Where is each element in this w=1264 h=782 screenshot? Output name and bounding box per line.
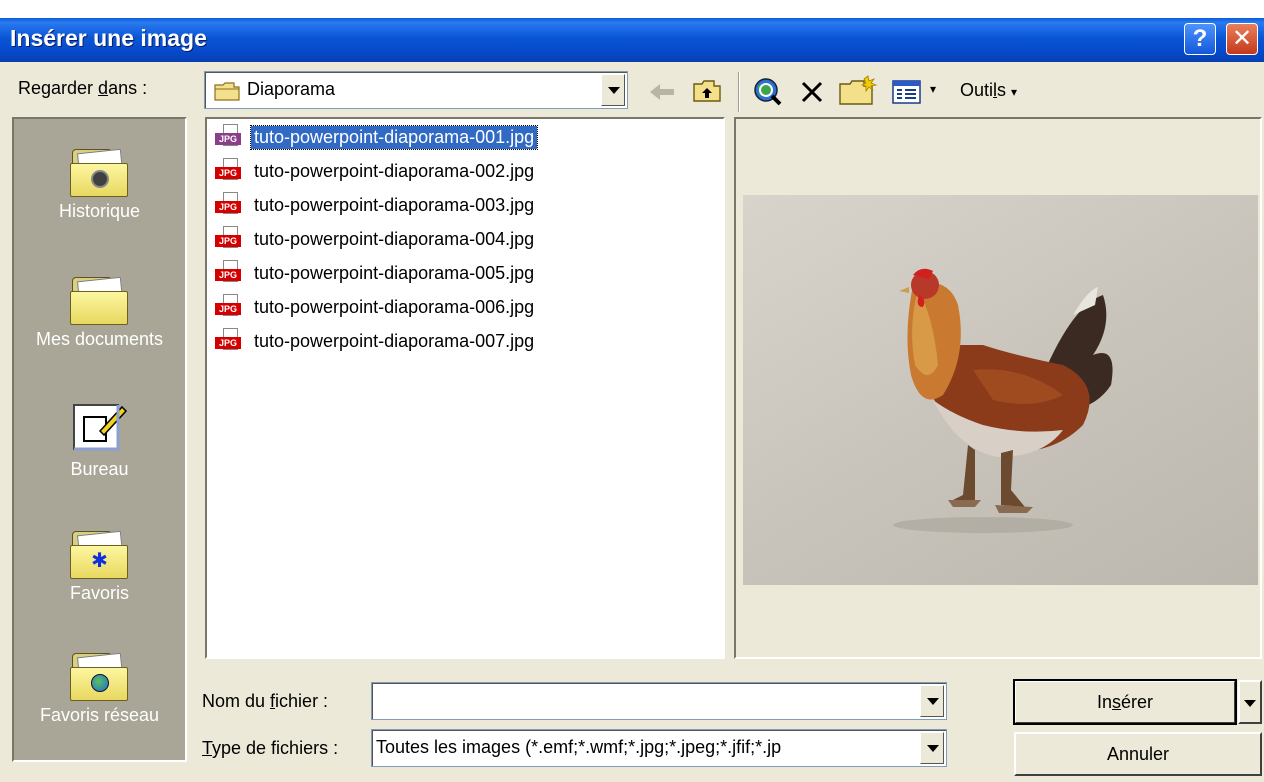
file-item[interactable]: JPG tuto-powerpoint-diaporama-004.jpg: [215, 225, 537, 258]
file-name: tuto-powerpoint-diaporama-003.jpg: [254, 195, 535, 215]
filetype-dropdown-arrow[interactable]: [920, 732, 944, 764]
jpg-file-icon: JPG: [215, 191, 245, 216]
new-folder-icon[interactable]: [838, 74, 878, 106]
file-list[interactable]: JPG tuto-powerpoint-diaporama-001.jpg JPG…: [205, 117, 725, 659]
jpg-file-icon: JPG: [215, 157, 245, 182]
lookin-dropdown-arrow[interactable]: [601, 74, 625, 106]
place-bureau[interactable]: Bureau: [14, 401, 185, 480]
filename-label-part2: ichier :: [275, 691, 329, 711]
file-item[interactable]: JPG tuto-powerpoint-diaporama-002.jpg: [215, 157, 537, 190]
insert-button[interactable]: Insérer: [1013, 679, 1237, 725]
insert-label-part2: érer: [1121, 692, 1154, 712]
place-mes-documents[interactable]: Mes documents: [14, 275, 185, 350]
lookin-label-part1: Regarder: [18, 78, 99, 98]
jpg-file-icon: JPG: [215, 225, 245, 250]
my-documents-icon: [69, 275, 130, 325]
cancel-button[interactable]: Annuler: [1014, 732, 1262, 776]
place-label: Bureau: [70, 459, 129, 479]
jpg-file-icon: JPG: [215, 327, 245, 352]
filename-label: Nom du fichier :: [202, 691, 328, 712]
file-name: tuto-powerpoint-diaporama-004.jpg: [254, 229, 535, 249]
place-label: Historique: [58, 201, 141, 221]
file-item[interactable]: JPG tuto-powerpoint-diaporama-005.jpg: [215, 259, 537, 292]
views-icon[interactable]: [892, 80, 922, 106]
lookin-dropdown[interactable]: Diaporama: [204, 71, 628, 109]
top-strip: [0, 0, 1264, 18]
back-arrow-icon[interactable]: [646, 80, 678, 104]
favorites-icon: ✱: [69, 529, 130, 579]
file-item[interactable]: JPG tuto-powerpoint-diaporama-003.jpg: [215, 191, 537, 224]
file-name: tuto-powerpoint-diaporama-002.jpg: [254, 161, 535, 181]
place-historique[interactable]: Historique: [14, 147, 185, 222]
jpg-file-icon: JPG: [215, 293, 245, 318]
filetype-value: Toutes les images (*.emf;*.wmf;*.jpg;*.j…: [376, 737, 782, 757]
search-web-icon[interactable]: [750, 76, 784, 106]
filetype-label: Type de fichiers :: [202, 738, 338, 759]
file-name: tuto-powerpoint-diaporama-007.jpg: [254, 331, 535, 351]
insert-label-accel: s: [1112, 692, 1121, 712]
close-button[interactable]: ✕: [1226, 23, 1258, 55]
window-title: Insérer une image: [10, 25, 207, 51]
rooster-photo: [893, 268, 1113, 533]
preview-pane: [734, 117, 1262, 659]
insert-options-button[interactable]: [1238, 680, 1262, 724]
desktop-icon: [72, 404, 127, 451]
delete-icon[interactable]: [798, 78, 826, 106]
tools-menu[interactable]: Outils ▾: [960, 80, 1017, 101]
preview-image: [743, 195, 1258, 585]
filename-input[interactable]: [371, 682, 947, 720]
title-bar[interactable]: Insérer une image ? ✕: [0, 18, 1264, 62]
file-name: tuto-powerpoint-diaporama-001.jpg: [249, 125, 539, 150]
place-label: Favoris: [69, 583, 129, 603]
file-item[interactable]: JPG tuto-powerpoint-diaporama-001.jpg: [215, 123, 539, 156]
toolbar-separator: [738, 72, 740, 112]
folder-icon: [214, 82, 240, 101]
place-label: Favoris réseau: [39, 705, 160, 725]
filename-dropdown-arrow[interactable]: [920, 685, 944, 717]
tools-dropdown-arrow: ▾: [1011, 85, 1018, 99]
help-button[interactable]: ?: [1184, 23, 1216, 55]
jpg-file-icon: JPG: [215, 123, 245, 148]
insert-picture-dialog: Insérer une image ? ✕ Regarder dans : Di…: [0, 0, 1264, 782]
jpg-file-icon: JPG: [215, 259, 245, 284]
filetype-label-part2: ype de fichiers :: [212, 738, 339, 758]
file-name: tuto-powerpoint-diaporama-005.jpg: [254, 263, 535, 283]
filetype-dropdown[interactable]: Toutes les images (*.emf;*.wmf;*.jpg;*.j…: [371, 729, 947, 767]
places-bar: Historique Mes documents Bureau ✱ Favori…: [12, 117, 187, 762]
history-icon: [69, 147, 130, 197]
tools-label-part1: Outi: [960, 80, 994, 100]
views-dropdown-arrow[interactable]: ▾: [930, 82, 936, 96]
file-name: tuto-powerpoint-diaporama-006.jpg: [254, 297, 535, 317]
filename-label-part1: Nom du: [202, 691, 271, 711]
network-places-icon: [69, 651, 130, 701]
filetype-label-accel: T: [202, 738, 213, 758]
tools-label-part2: s: [997, 80, 1007, 100]
lookin-value: Diaporama: [247, 79, 336, 99]
up-one-level-icon[interactable]: [692, 78, 722, 104]
lookin-label: Regarder dans :: [18, 78, 147, 99]
file-item[interactable]: JPG tuto-powerpoint-diaporama-006.jpg: [215, 293, 537, 326]
insert-label-part1: In: [1096, 692, 1112, 712]
chevron-down-icon: [1244, 700, 1256, 707]
place-label: Mes documents: [35, 329, 164, 349]
lookin-label-part2: ans :: [108, 78, 148, 98]
file-item[interactable]: JPG tuto-powerpoint-diaporama-007.jpg: [215, 327, 537, 360]
place-favoris[interactable]: ✱ Favoris: [14, 529, 185, 604]
lookin-label-accel: d: [98, 78, 109, 98]
place-favoris-reseau[interactable]: Favoris réseau: [14, 651, 185, 726]
